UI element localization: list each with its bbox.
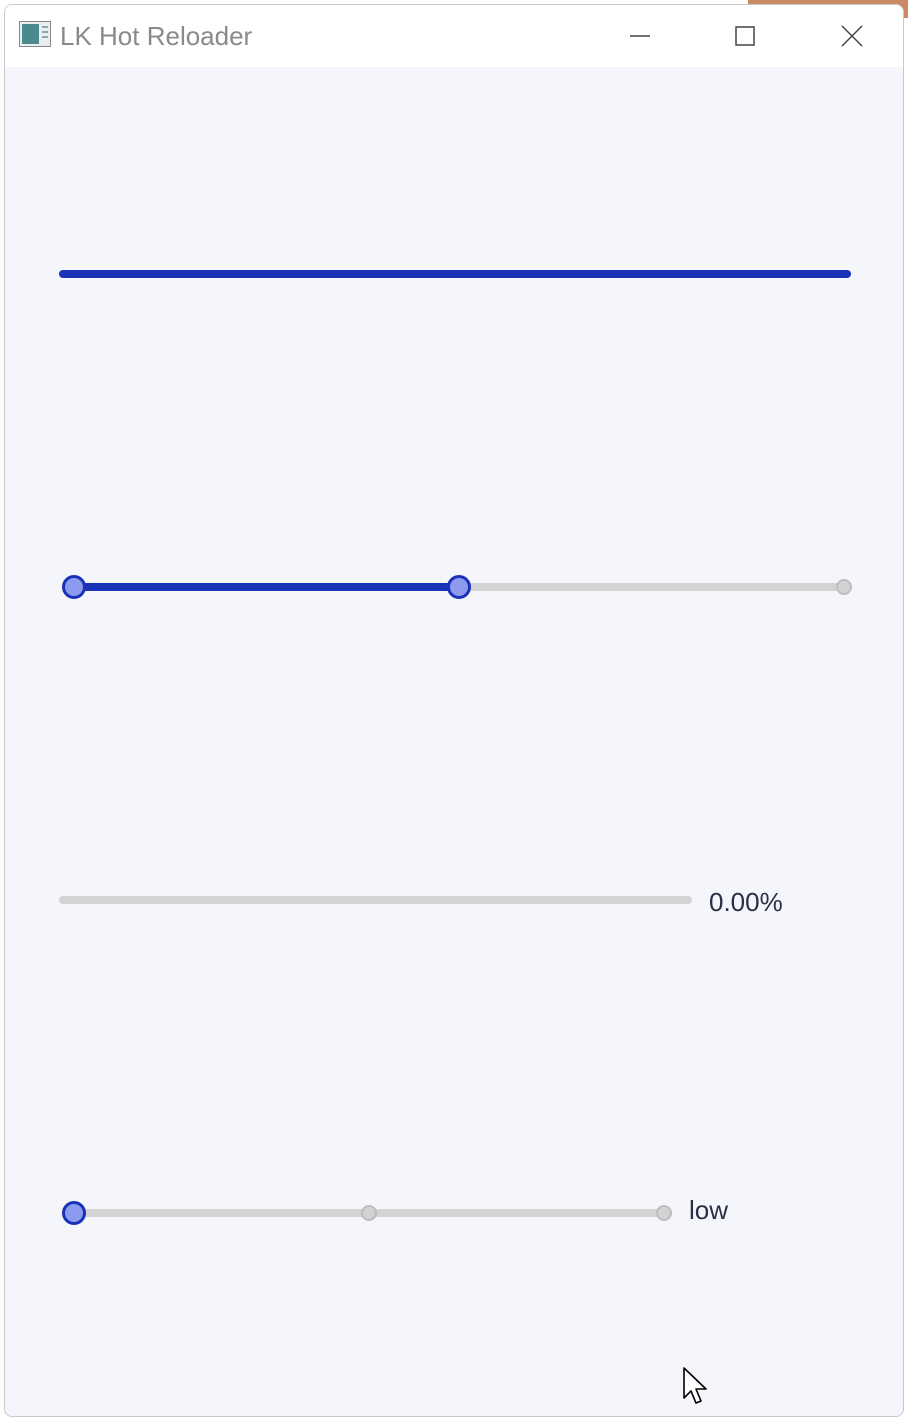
level-slider-value: low	[689, 1195, 729, 1225]
range-start-thumb[interactable]	[62, 575, 86, 599]
percent-slider-value: 0.00%	[709, 887, 783, 917]
window-title: LK Hot Reloader	[60, 21, 253, 51]
close-button[interactable]	[817, 5, 887, 67]
minimize-button[interactable]	[605, 5, 675, 67]
level-slider-thumb[interactable]	[62, 1201, 86, 1225]
close-icon	[841, 25, 863, 47]
app-window: LK Hot Reloader 0.00% low	[4, 4, 904, 1417]
slider-tick-mark	[656, 1205, 672, 1221]
percent-slider[interactable]	[59, 885, 692, 915]
mouse-pointer-icon	[683, 1367, 707, 1404]
maximize-button[interactable]	[710, 5, 780, 67]
full-slider[interactable]	[59, 259, 851, 289]
minimize-icon	[630, 35, 650, 37]
app-window-icon	[19, 21, 51, 47]
slider-track[interactable]	[59, 896, 692, 904]
slider-tick-mark	[836, 579, 852, 595]
slider-tick-mark	[361, 1205, 377, 1221]
slider-fill	[59, 270, 851, 278]
maximize-icon	[735, 26, 755, 46]
range-slider[interactable]	[62, 572, 852, 602]
level-slider[interactable]	[62, 1198, 672, 1228]
range-end-thumb[interactable]	[447, 575, 471, 599]
slider-fill	[74, 583, 459, 591]
content-area: 0.00% low	[5, 67, 903, 1416]
title-bar[interactable]: LK Hot Reloader	[5, 5, 903, 67]
